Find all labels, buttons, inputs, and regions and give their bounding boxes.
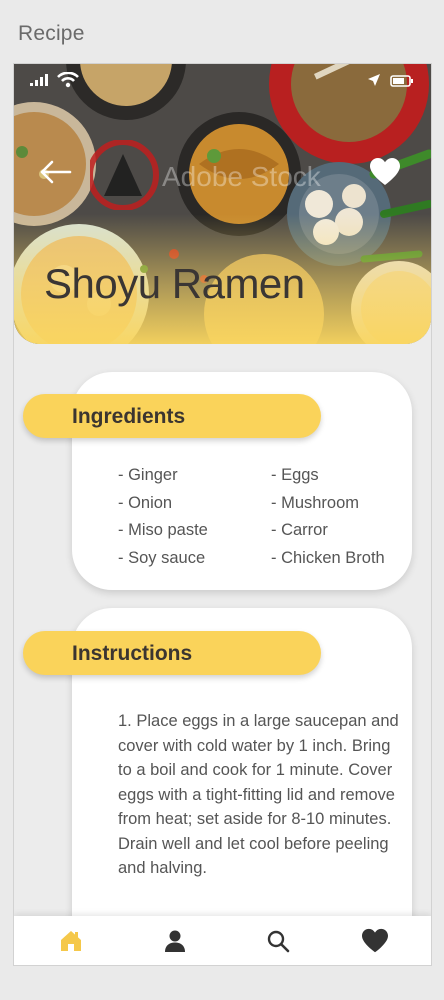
search-icon [267,930,290,953]
status-bar [14,64,431,98]
ingredient-item: - Onion [118,493,173,512]
instructions-heading: Instructions [72,642,193,665]
instructions-header: Instructions [23,631,321,675]
ingredients-column-1: - Ginger - Onion - Miso paste - Soy sauc… [118,462,208,573]
profile-icon [165,930,185,952]
nav-profile[interactable] [162,928,188,954]
heart-icon [370,158,400,185]
phone-screen: Adobe Stock Shoyu Ramen Ingredients - Gi… [13,63,432,966]
battery-icon [390,75,413,87]
ingredient-item: - Miso paste [118,521,208,540]
ingredients-header: Ingredients [23,394,321,438]
nav-favorites[interactable] [362,928,388,954]
ingredients-column-2: - Eggs - Mushroom - Carror - Chicken Bro… [271,462,385,573]
home-icon [61,931,81,951]
recipe-title: Shoyu Ramen [44,260,305,307]
frame-title: Recipe [18,22,85,45]
ingredient-item: - Ginger [118,466,178,484]
arrow-left-icon [40,160,72,184]
back-button[interactable] [38,158,72,186]
ingredient-item: - Carror [271,521,328,540]
hero-header: Adobe Stock Shoyu Ramen [14,64,431,344]
ingredient-item: - Soy sauce [118,549,206,568]
ingredient-item: - Chicken Broth [271,549,385,568]
favorite-button[interactable] [370,158,400,186]
ingredients-heading: Ingredients [72,405,186,428]
ingredient-item: - Eggs [271,466,319,484]
nav-home[interactable] [58,928,84,954]
nav-search[interactable] [265,928,291,954]
ingredient-item: - Mushroom [271,493,360,512]
watermark-logo: Adobe Stock [90,140,322,210]
bottom-nav [14,916,431,965]
location-icon [368,74,380,86]
svg-text:Adobe Stock: Adobe Stock [162,161,322,192]
instructions-text: 1. Place eggs in a large saucepan and co… [118,712,399,877]
heart-icon [362,928,388,953]
signal-icon [30,74,48,86]
wifi-icon [57,72,79,88]
